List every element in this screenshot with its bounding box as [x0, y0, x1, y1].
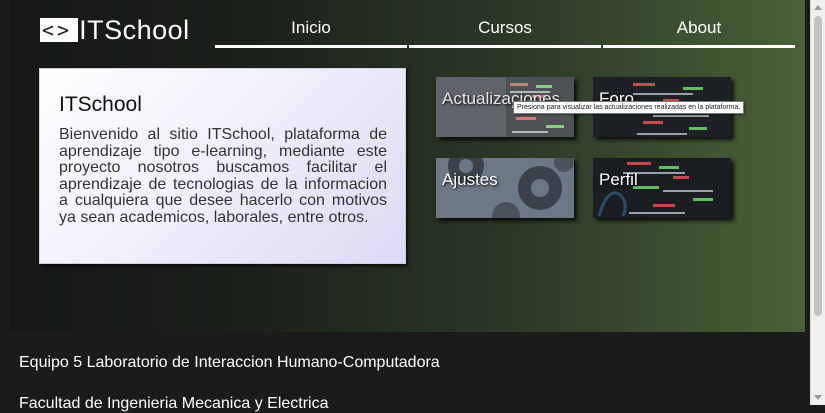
nav-item-about[interactable]: About	[603, 14, 795, 48]
site-logo[interactable]: <> ITSchool	[40, 14, 190, 45]
intro-description: Bienvenido al sitio ITSchool, plataforma…	[59, 126, 387, 226]
tooltip: Presiona para visualizar las actualizaci…	[513, 101, 745, 114]
scroll-up-icon[interactable]	[814, 5, 822, 10]
nav-item-cursos[interactable]: Cursos	[409, 14, 601, 48]
nav-item-inicio[interactable]: Inicio	[215, 14, 407, 48]
intro-card: ITSchool Bienvenido al sitio ITSchool, p…	[39, 68, 406, 264]
footer-team: Equipo 5 Laboratorio de Interaccion Huma…	[19, 354, 440, 371]
tile-ajustes[interactable]: Ajustes	[436, 158, 574, 218]
tile-label: Ajustes	[442, 170, 498, 189]
scroll-down-icon[interactable]	[814, 395, 822, 400]
vertical-scrollbar[interactable]	[810, 0, 825, 405]
logo-text: ITSchool	[79, 14, 190, 45]
tile-label: Perfil	[599, 170, 638, 189]
intro-title: ITSchool	[59, 93, 142, 116]
tile-perfil[interactable]: Perfil	[593, 158, 731, 218]
main-nav: Inicio Cursos About	[215, 14, 795, 48]
code-brackets-icon: <>	[40, 18, 79, 42]
footer-faculty: Facultad de Ingenieria Mecanica y Electr…	[19, 395, 329, 412]
scrollbar-thumb[interactable]	[814, 16, 822, 316]
